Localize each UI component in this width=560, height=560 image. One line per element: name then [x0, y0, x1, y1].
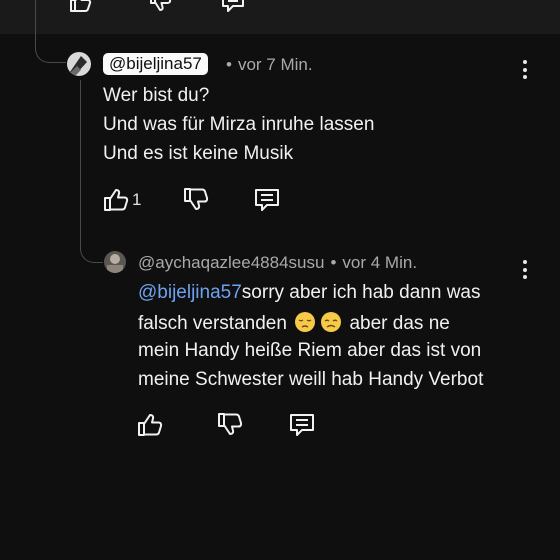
- reply-icon[interactable]: [220, 0, 246, 14]
- comment-text-line: Wer bist du?: [103, 85, 210, 106]
- reply-header: @aychaqazlee4884susu • vor 4 Min.: [138, 253, 417, 273]
- reply-text-line: meine Schwester weill hab Handy Verbot: [138, 369, 484, 390]
- disappointed-face-emoji: [321, 312, 342, 332]
- meta-separator: •: [330, 253, 337, 272]
- reply-text: falsch verstanden: [138, 313, 287, 334]
- thumbs-down-icon[interactable]: [216, 411, 244, 439]
- previous-comment-actions: [0, 0, 560, 14]
- time-text: vor 4 Min.: [342, 253, 418, 272]
- author-handle[interactable]: @bijeljina57: [103, 53, 208, 75]
- avatar[interactable]: [104, 251, 126, 273]
- thumbs-up-icon[interactable]: [136, 411, 164, 439]
- pensive-face-emoji: [295, 312, 316, 332]
- avatar[interactable]: [67, 52, 91, 76]
- reply-text-line: mein Handy heiße Riem aber das ist von: [138, 340, 482, 361]
- reply-text-line: @bijeljina57sorry aber ich hab dann was: [138, 282, 480, 304]
- more-vertical-icon[interactable]: [520, 60, 530, 82]
- reply-thread-connector: [80, 80, 103, 263]
- thumbs-up-icon[interactable]: [68, 0, 94, 14]
- mention-link[interactable]: @bijeljina57: [138, 282, 242, 303]
- comment-timestamp: • vor 7 Min.: [220, 55, 313, 75]
- meta-separator: •: [226, 55, 232, 74]
- author-handle[interactable]: @aychaqazlee4884susu: [138, 253, 324, 272]
- comment-text-line: Und es ist keine Musik: [103, 143, 294, 164]
- time-text: vor 7 Min.: [237, 55, 313, 74]
- thumbs-up-icon[interactable]: [102, 186, 130, 214]
- reply-text-line: falsch verstanden aber das ne: [138, 311, 450, 335]
- thumbs-down-icon[interactable]: [182, 186, 210, 214]
- like-count: 1: [132, 190, 142, 209]
- thumbs-down-icon[interactable]: [148, 0, 174, 14]
- reply-text: sorry aber ich hab dann was: [241, 282, 481, 303]
- reply-icon[interactable]: [253, 186, 281, 214]
- comment-text-line: Und was für Mirza inruhe lassen: [103, 114, 375, 135]
- reply-icon[interactable]: [288, 411, 316, 439]
- reply-text: aber das ne: [349, 313, 450, 334]
- more-vertical-icon[interactable]: [520, 260, 530, 282]
- thread-connector: [35, 0, 66, 63]
